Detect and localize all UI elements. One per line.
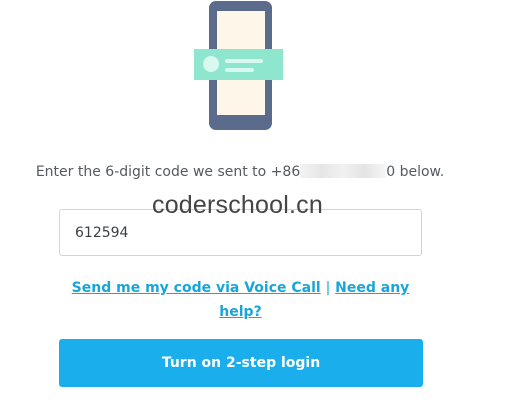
- instruction-suffix: 0 below.: [386, 164, 445, 180]
- voice-call-link[interactable]: Send me my code via Voice Call: [72, 280, 321, 296]
- redacted-phone-number: [300, 164, 387, 178]
- instruction-prefix: Enter the 6-digit code we sent to +86: [35, 164, 301, 180]
- help-links: Send me my code via Voice Call | Need an…: [59, 276, 422, 324]
- phone-with-message-illustration: [194, 1, 283, 130]
- link-separator: |: [325, 280, 331, 296]
- watermark: coderschool.cn: [152, 191, 323, 219]
- turn-on-2-step-login-button[interactable]: Turn on 2-step login: [59, 339, 423, 387]
- message-line-icon: [225, 68, 254, 72]
- message-avatar-icon: [203, 56, 219, 72]
- instruction-text: Enter the 6-digit code we sent to +86 0 b…: [0, 164, 480, 180]
- message-line-icon: [225, 59, 263, 63]
